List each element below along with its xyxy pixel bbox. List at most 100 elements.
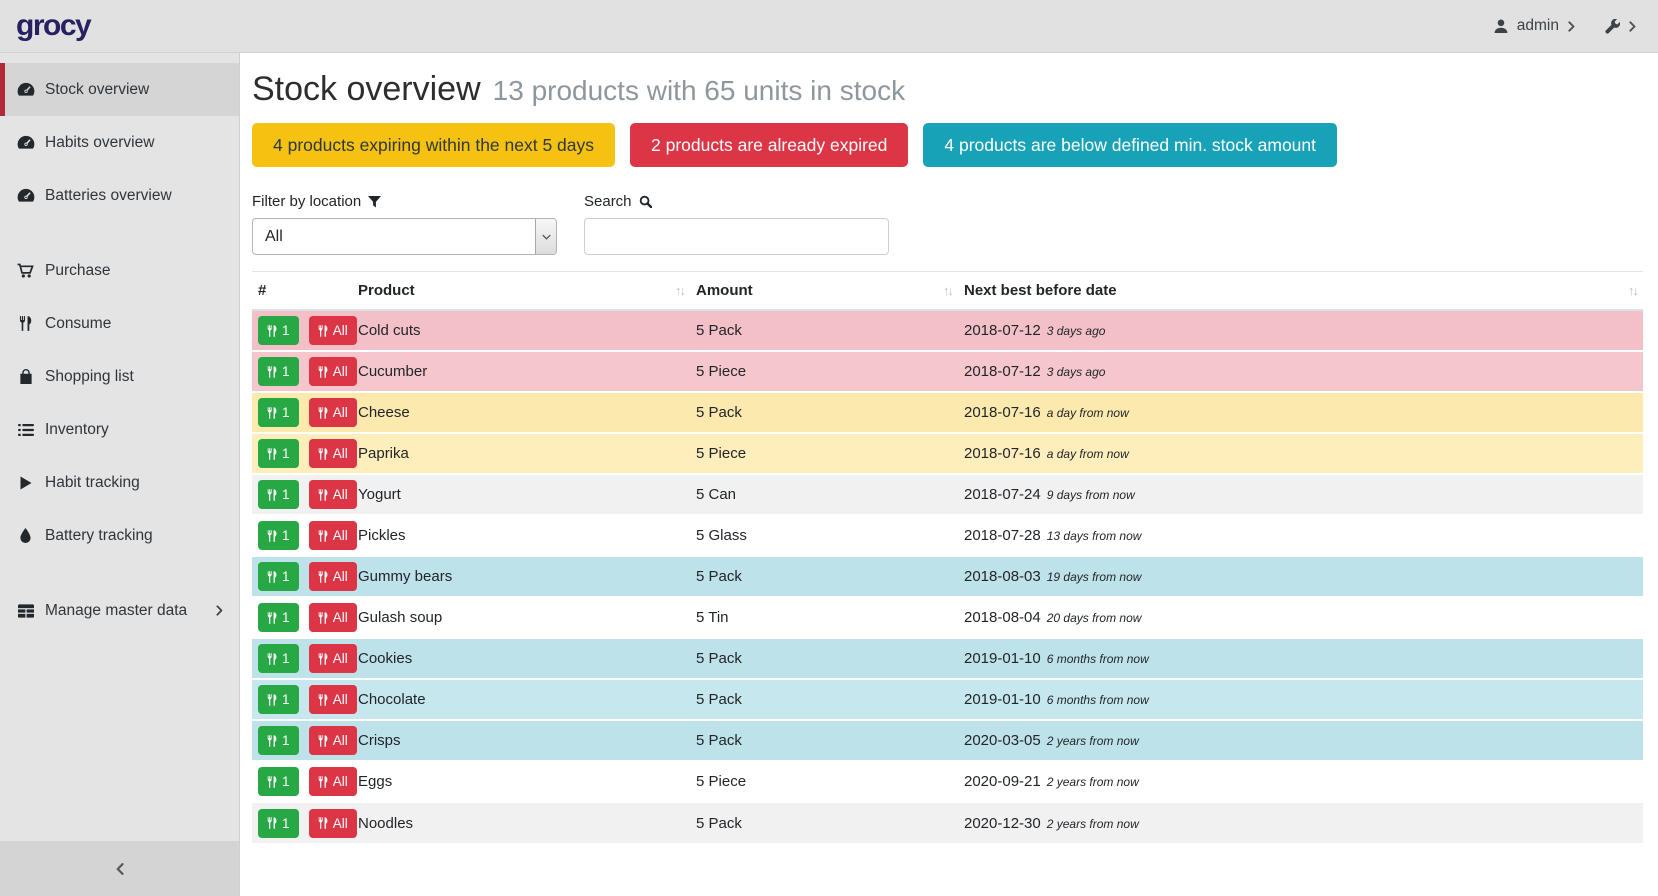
list-icon [16,424,35,436]
best-before-date: 2018-07-28 [964,527,1041,544]
sidebar-item-consume[interactable]: Consume [0,297,239,350]
column-header-product[interactable]: Product↑↓ [352,272,690,311]
consume-one-button[interactable]: 1 [258,521,299,550]
consume-all-button[interactable]: All [309,439,357,468]
utensils-icon [318,653,328,665]
column-header-best-before[interactable]: Next best before date↑↓ [958,272,1643,311]
utensils-icon [318,407,328,419]
table-row: 1 All Cold cuts 5 Pack 2018-07-123 days … [252,310,1643,351]
consume-one-button[interactable]: 1 [258,644,299,673]
sidebar-item-habits-overview[interactable]: Habits overview [0,116,239,169]
sidebar-item-habit-tracking[interactable]: Habit tracking [0,456,239,509]
row-actions-cell: 1 All [252,351,352,392]
expired-badge[interactable]: 2 products are already expired [630,123,908,167]
relative-time: 6 months from now [1047,652,1149,666]
sidebar-item-batteries-overview[interactable]: Batteries overview [0,169,239,222]
sidebar-item-purchase[interactable]: Purchase [0,244,239,297]
user-menu[interactable]: admin [1494,17,1575,35]
row-actions-cell: 1 All [252,392,352,433]
table-row: 1 All Pickles 5 Glass 2018-07-2813 days … [252,515,1643,556]
relative-time: 6 months from now [1047,693,1149,707]
consume-one-button[interactable]: 1 [258,562,299,591]
row-actions-cell: 1 All [252,597,352,638]
amount-cell: 5 Tin [690,597,958,638]
consume-one-button[interactable]: 1 [258,767,299,796]
consume-one-button[interactable]: 1 [258,726,299,755]
consume-all-button[interactable]: All [309,480,357,509]
sidebar-item-inventory[interactable]: Inventory [0,403,239,456]
best-before-date: 2018-08-03 [964,568,1041,585]
relative-time: 13 days from now [1047,529,1142,543]
relative-time: 9 days from now [1047,488,1135,502]
consume-one-button[interactable]: 1 [258,685,299,714]
sidebar: Stock overview Habits overview Batteries… [0,53,240,896]
utensils-icon [16,316,35,331]
droplet-icon [16,528,35,543]
consume-one-button[interactable]: 1 [258,316,299,345]
sidebar-item-label: Battery tracking [45,527,153,545]
consume-all-button[interactable]: All [309,644,357,673]
consume-all-button[interactable]: All [309,398,357,427]
best-before-cell: 2020-09-212 years from now [958,761,1643,802]
wrench-icon [1605,19,1620,34]
utensils-icon [318,325,328,337]
settings-menu[interactable] [1605,19,1636,34]
consume-all-button[interactable]: All [309,726,357,755]
best-before-cell: 2019-01-106 months from now [958,679,1643,720]
sort-icon: ↑↓ [1628,283,1637,298]
consume-one-button[interactable]: 1 [258,398,299,427]
consume-all-button[interactable]: All [309,809,357,838]
sidebar-item-label: Consume [45,315,111,333]
best-before-date: 2018-08-04 [964,609,1041,626]
best-before-date: 2018-07-24 [964,486,1041,503]
consume-all-button[interactable]: All [309,316,357,345]
amount-cell: 5 Pack [690,310,958,351]
app-logo[interactable]: grocy [16,9,90,43]
consume-one-button[interactable]: 1 [258,809,299,838]
row-actions-cell: 1 All [252,679,352,720]
search-label: Search [584,193,632,210]
consume-all-button[interactable]: All [309,603,357,632]
product-cell: Yogurt [352,474,690,515]
consume-one-button[interactable]: 1 [258,439,299,468]
relative-time: 20 days from now [1047,611,1142,625]
consume-one-button[interactable]: 1 [258,603,299,632]
table-row: 1 All Chocolate 5 Pack 2019-01-106 month… [252,679,1643,720]
location-select[interactable]: All [252,218,557,255]
sort-icon: ↑↓ [943,283,952,298]
consume-one-button[interactable]: 1 [258,357,299,386]
sidebar-item-manage-master-data[interactable]: Manage master data [0,584,239,637]
expiring-badge[interactable]: 4 products expiring within the next 5 da… [252,123,615,167]
product-cell: Eggs [352,761,690,802]
sidebar-item-battery-tracking[interactable]: Battery tracking [0,509,239,562]
chevron-right-icon [1629,21,1636,32]
best-before-cell: 2018-07-24 9 days from now [958,474,1643,515]
row-actions-cell: 1 All [252,310,352,351]
sidebar-item-stock-overview[interactable]: Stock overview [0,63,239,116]
consume-all-button[interactable]: All [309,685,357,714]
amount-cell: 5 Piece [690,433,958,474]
consume-one-button[interactable]: 1 [258,480,299,509]
utensils-icon [267,489,277,501]
consume-all-button[interactable]: All [309,357,357,386]
table-header-row: # Product↑↓ Amount↑↓ Next best before da… [252,272,1643,311]
best-before-cell: 2020-03-052 years from now [958,720,1643,761]
column-header-amount[interactable]: Amount↑↓ [690,272,958,311]
table-row: 1 All Cookies 5 Pack 2019-01-106 months … [252,638,1643,679]
utensils-icon [318,489,328,501]
sidebar-collapse-button[interactable] [0,841,239,896]
below-min-stock-badge[interactable]: 4 products are below defined min. stock … [923,123,1337,167]
consume-all-button[interactable]: All [309,767,357,796]
chevron-right-icon [1568,21,1575,32]
product-cell: Pickles [352,515,690,556]
utensils-icon [267,653,277,665]
table-row: 1 All Yogurt 5 Can 2018-07-249 days from… [252,474,1643,515]
filter-label: Filter by location [252,193,361,210]
sidebar-item-shopping-list[interactable]: Shopping list [0,350,239,403]
search-input[interactable] [584,218,889,255]
consume-all-button[interactable]: All [309,562,357,591]
utensils-icon [318,776,328,788]
product-cell: Crisps [352,720,690,761]
utensils-icon [267,817,277,829]
consume-all-button[interactable]: All [309,521,357,550]
